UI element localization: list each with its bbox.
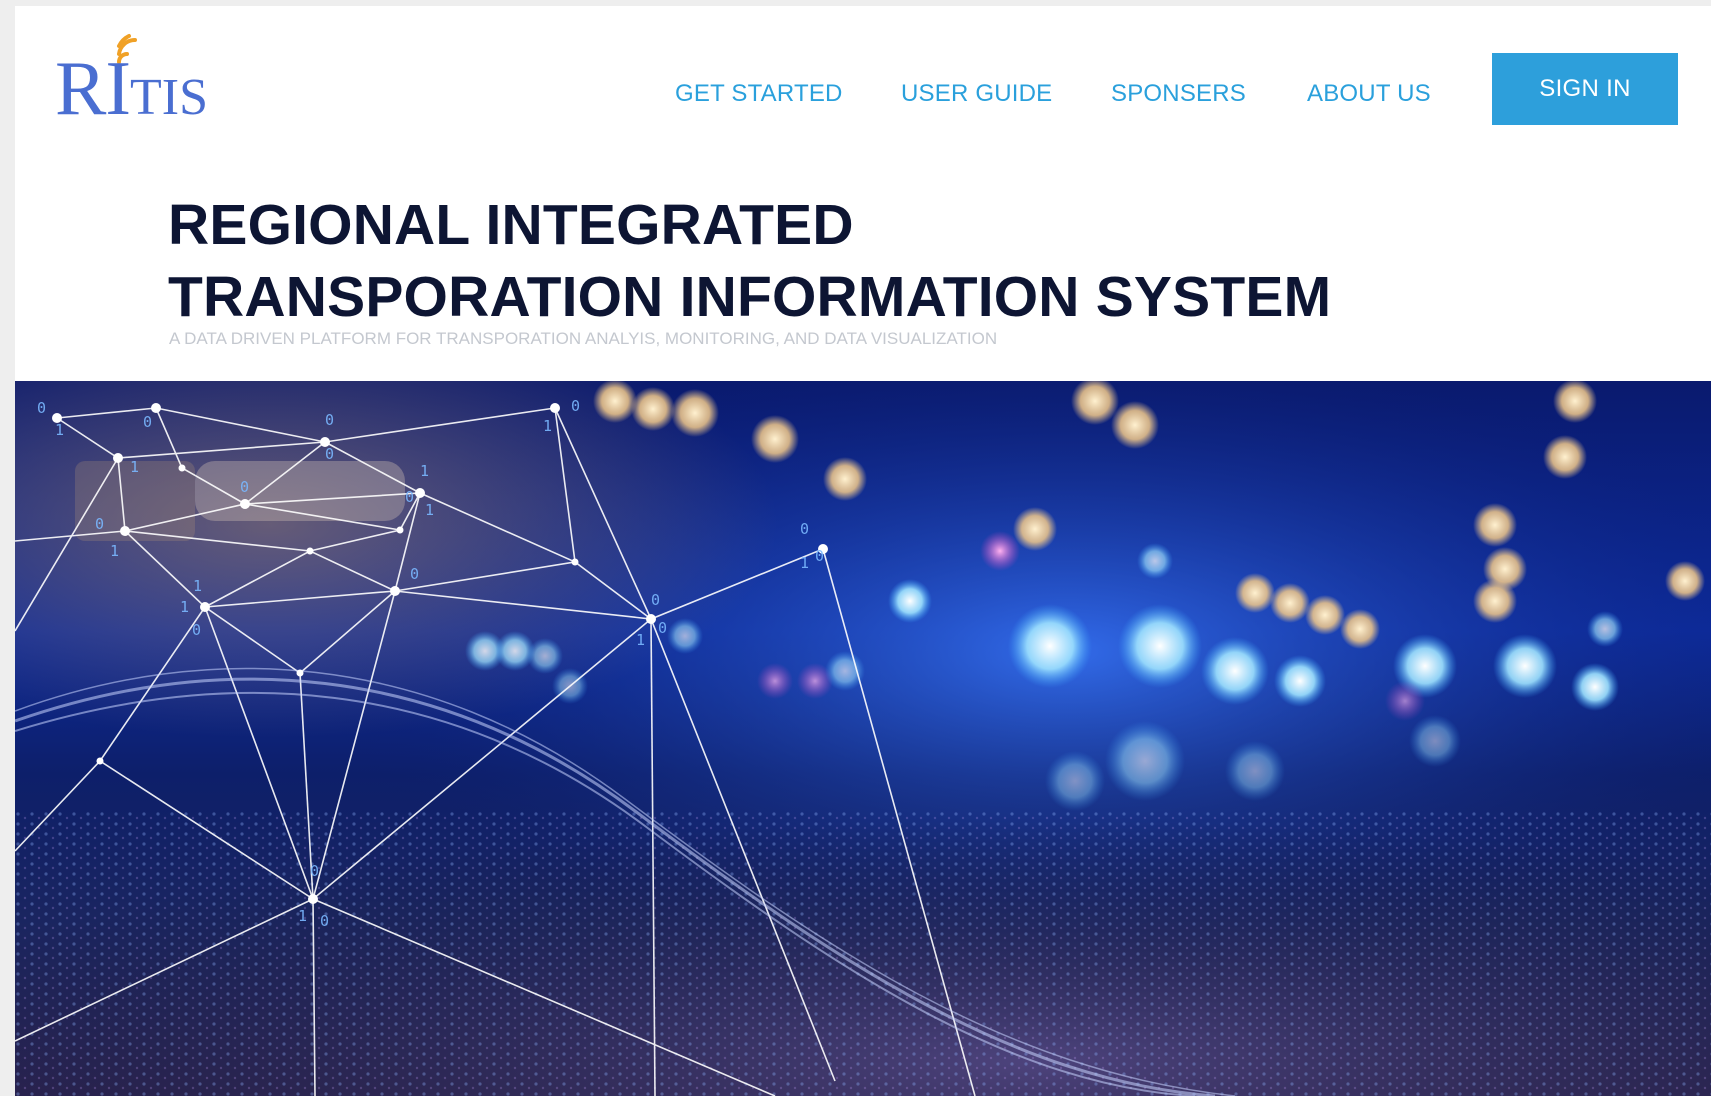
svg-text:0: 0: [658, 619, 667, 637]
svg-text:1: 1: [298, 907, 307, 925]
svg-text:0: 0: [571, 397, 580, 415]
svg-text:0: 0: [410, 565, 419, 583]
nav-get-started[interactable]: GET STARTED: [675, 76, 843, 112]
main-nav: GET STARTED USER GUIDE SPONSERS ABOUT US: [15, 76, 1711, 112]
svg-text:1: 1: [425, 501, 434, 519]
nav-about-us[interactable]: ABOUT US: [1307, 76, 1431, 112]
svg-text:1: 1: [543, 417, 552, 435]
svg-text:0: 0: [405, 488, 414, 506]
svg-text:0: 0: [325, 411, 334, 429]
svg-text:0: 0: [37, 399, 46, 417]
svg-text:0: 0: [800, 520, 809, 538]
night-street-network-image: 01 00 00 11 01 00 11 10 00 01 01 00 10 1: [15, 381, 1711, 1096]
hero-image: 01 00 00 11 01 00 11 10 00 01 01 00 10 1: [15, 381, 1711, 1096]
svg-text:0: 0: [95, 515, 104, 533]
svg-text:1: 1: [800, 554, 809, 572]
svg-text:1: 1: [130, 458, 139, 476]
nav-user-guide[interactable]: USER GUIDE: [901, 76, 1052, 112]
svg-text:0: 0: [325, 445, 334, 463]
svg-text:0: 0: [240, 478, 249, 496]
nav-sponsers[interactable]: SPONSERS: [1111, 76, 1246, 112]
svg-text:0: 0: [143, 413, 152, 431]
page-subtitle: A DATA DRIVEN PLATFORM FOR TRANSPORATION…: [169, 329, 998, 348]
svg-text:1: 1: [636, 631, 645, 649]
page-title-line2: TRANSPORATION INFORMATION SYSTEM: [168, 265, 1332, 329]
svg-text:1: 1: [420, 462, 429, 480]
sign-in-button[interactable]: SIGN IN: [1492, 53, 1678, 125]
svg-text:1: 1: [180, 598, 189, 616]
page-title-line1: REGIONAL INTEGRATED: [168, 193, 854, 257]
svg-text:1: 1: [193, 577, 202, 595]
svg-text:0: 0: [192, 621, 201, 639]
svg-text:1: 1: [110, 542, 119, 560]
svg-text:0: 0: [310, 862, 319, 880]
svg-text:0: 0: [651, 591, 660, 609]
page-title: REGIONAL INTEGRATED TRANSPORATION INFORM…: [168, 189, 1331, 333]
page: RITIS GET STARTED USER GUIDE SPONSERS AB…: [15, 6, 1711, 1096]
svg-text:0: 0: [320, 912, 329, 930]
svg-text:1: 1: [55, 421, 64, 439]
svg-text:0: 0: [815, 547, 824, 565]
